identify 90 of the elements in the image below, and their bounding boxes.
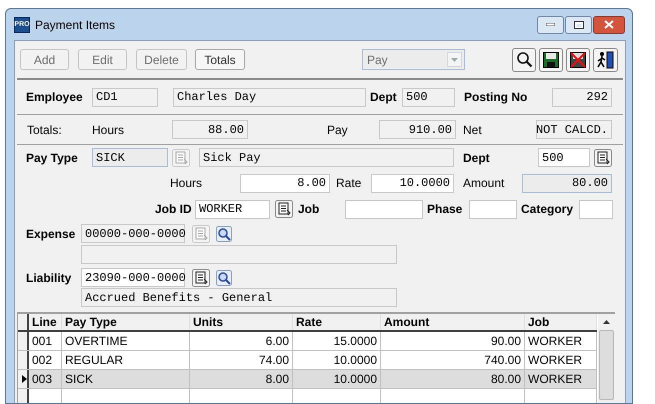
input-field[interactable]: Charles Day: [173, 88, 366, 106]
table-row[interactable]: 003 SICK 8.00 10.0000 80.00 WORKER: [18, 370, 597, 389]
table-cell: WORKER: [525, 332, 597, 350]
delete-button[interactable]: [566, 48, 590, 72]
input-field[interactable]: [579, 200, 613, 218]
field-label: Net: [463, 122, 483, 138]
magnifier-icon[interactable]: [216, 270, 232, 286]
table-cell: 002: [29, 351, 62, 369]
field-label: Pay Type: [26, 150, 79, 166]
input-field[interactable]: 80.00: [522, 174, 612, 192]
vertical-scrollbar[interactable]: [598, 314, 615, 403]
window-title: Payment Items: [35, 16, 116, 34]
input-field[interactable]: 10.0000: [371, 174, 454, 192]
minimize-button[interactable]: [537, 16, 564, 34]
field-label: Posting No: [464, 89, 528, 106]
column-header[interactable]: Pay Type: [62, 314, 190, 330]
maximize-icon: [574, 20, 584, 28]
field-label: Phase: [427, 201, 464, 218]
lookup-list-icon[interactable]: [594, 148, 612, 166]
table-cell: 6.00: [190, 332, 293, 350]
row-pointer-icon: [22, 375, 27, 383]
exit-button[interactable]: [593, 48, 618, 72]
table-row[interactable]: 002 REGULAR 74.00 10.0000 740.00 WORKER: [18, 351, 597, 370]
table-cell: WORKER: [525, 351, 597, 369]
table-cell: 10.0000: [293, 370, 381, 388]
table-cell: SICK: [62, 370, 190, 388]
input-field[interactable]: 292: [552, 88, 612, 106]
field-label: Employee: [26, 89, 84, 106]
input-field[interactable]: Sick Pay: [199, 148, 454, 167]
input-field[interactable]: [81, 245, 397, 264]
field-label: Expense: [26, 226, 76, 242]
table-cell: 740.00: [381, 351, 525, 369]
table-cell: 10.0000: [293, 351, 381, 369]
column-header[interactable]: Job: [525, 314, 597, 330]
field-label: Pay: [327, 122, 349, 138]
input-field[interactable]: [345, 200, 423, 218]
close-icon: [604, 20, 614, 29]
magnifier-icon[interactable]: [216, 226, 232, 242]
column-header[interactable]: Line: [29, 314, 62, 330]
table-cell: 003: [29, 370, 62, 388]
toolbar-button[interactable]: Totals: [195, 49, 245, 70]
field-label: Category: [521, 201, 574, 218]
input-field[interactable]: 500: [538, 148, 590, 167]
column-header[interactable]: Rate: [293, 314, 381, 330]
table-cell: 74.00: [190, 351, 293, 369]
scroll-up-icon: [603, 320, 610, 324]
table-cell: REGULAR: [62, 351, 190, 369]
input-field[interactable]: 88.00: [172, 120, 248, 139]
table-cell: 001: [29, 332, 62, 350]
table-cell: OVERTIME: [62, 332, 190, 350]
column-header[interactable]: Amount: [381, 314, 525, 330]
field-label: Job ID: [155, 201, 193, 218]
input-field[interactable]: CD1: [92, 88, 158, 106]
input-field[interactable]: WORKER: [195, 200, 270, 218]
column-header[interactable]: Units: [190, 314, 293, 330]
lookup-list-icon[interactable]: [275, 200, 293, 218]
field-label: Totals:: [27, 122, 63, 138]
field-label: Hours: [92, 122, 126, 138]
field-label: Rate: [336, 175, 362, 192]
input-field[interactable]: [469, 200, 517, 218]
table-row[interactable]: 001 OVERTIME 6.00 15.0000 90.00 WORKER: [18, 332, 597, 351]
input-field[interactable]: NOT CALCD.: [536, 120, 612, 139]
table-cell: 80.00: [381, 370, 525, 388]
exit-door-icon: [596, 50, 614, 68]
field-label: Liability: [26, 270, 72, 286]
crossed-disk-icon: [570, 52, 586, 68]
field-label: Job: [298, 201, 320, 218]
input-field[interactable]: 00000-000-0000: [81, 224, 185, 243]
input-field[interactable]: 23090-000-0000: [81, 268, 185, 287]
lookup-list-icon[interactable]: [192, 268, 210, 286]
table-cell: 15.0000: [293, 332, 381, 350]
close-button[interactable]: [593, 16, 625, 34]
input-field[interactable]: 500: [402, 88, 455, 106]
field-label: Dept: [370, 89, 398, 106]
save-button[interactable]: [539, 48, 563, 72]
scroll-thumb[interactable]: [599, 330, 614, 400]
input-field[interactable]: Accrued Benefits - General: [81, 288, 397, 307]
input-field[interactable]: SICK: [92, 148, 168, 167]
table-cell: 8.00: [190, 370, 293, 388]
field-label: Amount: [463, 175, 506, 192]
search-button[interactable]: [512, 48, 536, 72]
input-field[interactable]: 910.00: [379, 120, 456, 139]
minimize-icon: [546, 23, 555, 26]
input-field[interactable]: 8.00: [240, 174, 330, 192]
field-label: Hours: [170, 175, 204, 192]
table-cell: 90.00: [381, 332, 525, 350]
maximize-button[interactable]: [565, 16, 592, 34]
field-label: Dept: [463, 150, 491, 166]
search-icon: [516, 51, 532, 68]
table-cell: WORKER: [525, 370, 597, 388]
